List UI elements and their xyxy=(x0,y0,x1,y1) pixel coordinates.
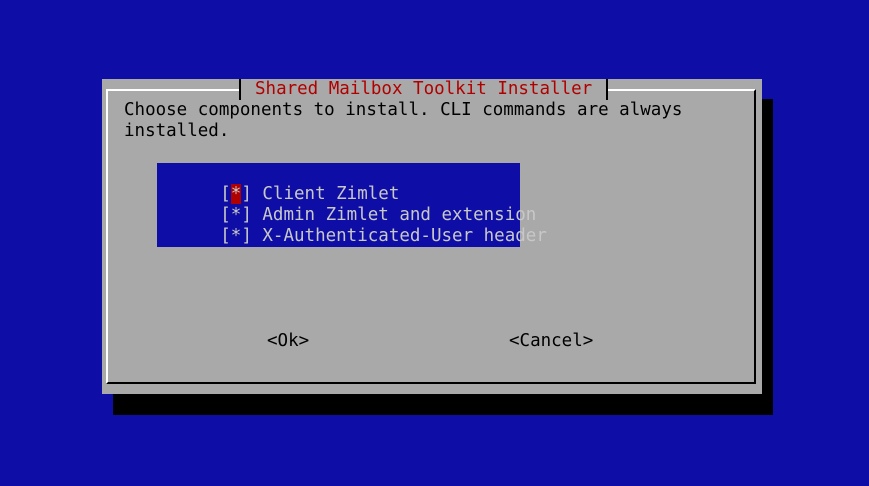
cancel-button[interactable]: <Cancel> xyxy=(509,331,593,352)
ok-button[interactable]: <Ok> xyxy=(267,331,309,352)
dialog-title: Shared Mailbox Toolkit Installer xyxy=(239,79,609,100)
checklist-item-label: X-Authenticated-User header xyxy=(262,226,547,246)
installer-dialog: Shared Mailbox Toolkit Installer Choose … xyxy=(102,79,762,394)
components-checklist: [*] Client Zimlet [*] Admin Zimlet and e… xyxy=(157,163,547,247)
checklist-item-x-authenticated-user-header[interactable]: [*] X-Authenticated-User header xyxy=(157,205,547,246)
checkbox-mark[interactable]: * xyxy=(231,226,242,246)
checklist-item-admin-zimlet[interactable]: [*] Admin Zimlet and extension xyxy=(157,184,536,225)
dialog-prompt: Choose components to install. CLI comman… xyxy=(124,100,683,141)
checklist-item-client-zimlet[interactable]: [*] Client Zimlet xyxy=(157,163,399,204)
